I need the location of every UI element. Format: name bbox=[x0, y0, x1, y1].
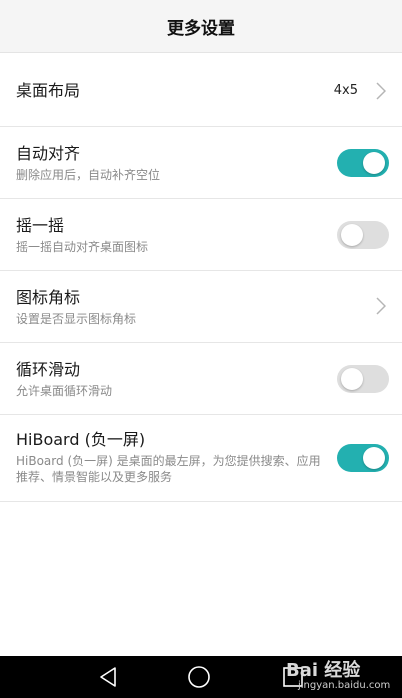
back-icon[interactable] bbox=[96, 664, 122, 690]
setting-subtitle: 设置是否显示图标角标 bbox=[16, 312, 137, 326]
setting-subtitle: 摇一摇自动对齐桌面图标 bbox=[16, 240, 149, 254]
setting-desktop-layout[interactable]: 桌面布局 4x5 bbox=[0, 54, 402, 127]
setting-hiboard[interactable]: HiBoard (负一屏) HiBoard (负一屏) 是桌面的最左屏，为您提供… bbox=[0, 415, 402, 502]
settings-list: 桌面布局 4x5 自动对齐 删除应用后，自动补齐空位 摇一摇 摇一摇自动对齐桌面… bbox=[0, 54, 402, 502]
setting-subtitle: 允许桌面循环滑动 bbox=[16, 384, 113, 398]
setting-title: 摇一摇 bbox=[16, 216, 65, 235]
auto-align-toggle[interactable] bbox=[337, 149, 389, 177]
layout-value: 4x5 bbox=[333, 83, 358, 98]
page-title: 更多设置 bbox=[167, 18, 235, 39]
setting-title: 桌面布局 bbox=[16, 81, 81, 100]
setting-title: HiBoard (负一屏) bbox=[16, 430, 146, 449]
chevron-right-icon bbox=[376, 297, 387, 319]
loop-scroll-toggle[interactable] bbox=[337, 365, 389, 393]
watermark-url: jingyan.baidu.com bbox=[298, 680, 391, 691]
setting-loop-scroll[interactable]: 循环滑动 允许桌面循环滑动 bbox=[0, 343, 402, 415]
toggle-knob bbox=[341, 368, 363, 390]
toggle-knob bbox=[341, 224, 363, 246]
toggle-knob bbox=[363, 447, 385, 469]
shake-toggle[interactable] bbox=[337, 221, 389, 249]
baidu-jingyan-watermark: Bai 经验 jingyan.baidu.com bbox=[284, 654, 402, 698]
setting-subtitle: HiBoard (负一屏) 是桌面的最左屏，为您提供搜索、应用推荐、情景智能以及… bbox=[16, 454, 321, 484]
setting-icon-badge[interactable]: 图标角标 设置是否显示图标角标 bbox=[0, 271, 402, 343]
setting-title: 图标角标 bbox=[16, 288, 81, 307]
title-bar: 更多设置 bbox=[0, 0, 402, 53]
setting-auto-align[interactable]: 自动对齐 删除应用后，自动补齐空位 bbox=[0, 127, 402, 199]
watermark-logo: Bai 经验 bbox=[286, 660, 361, 681]
toggle-knob bbox=[363, 152, 385, 174]
setting-subtitle: 删除应用后，自动补齐空位 bbox=[16, 168, 161, 182]
setting-title: 循环滑动 bbox=[16, 360, 81, 379]
setting-shake[interactable]: 摇一摇 摇一摇自动对齐桌面图标 bbox=[0, 199, 402, 271]
hiboard-toggle[interactable] bbox=[337, 444, 389, 472]
chevron-right-icon bbox=[376, 82, 387, 104]
setting-title: 自动对齐 bbox=[16, 144, 81, 163]
home-icon[interactable] bbox=[186, 664, 212, 690]
